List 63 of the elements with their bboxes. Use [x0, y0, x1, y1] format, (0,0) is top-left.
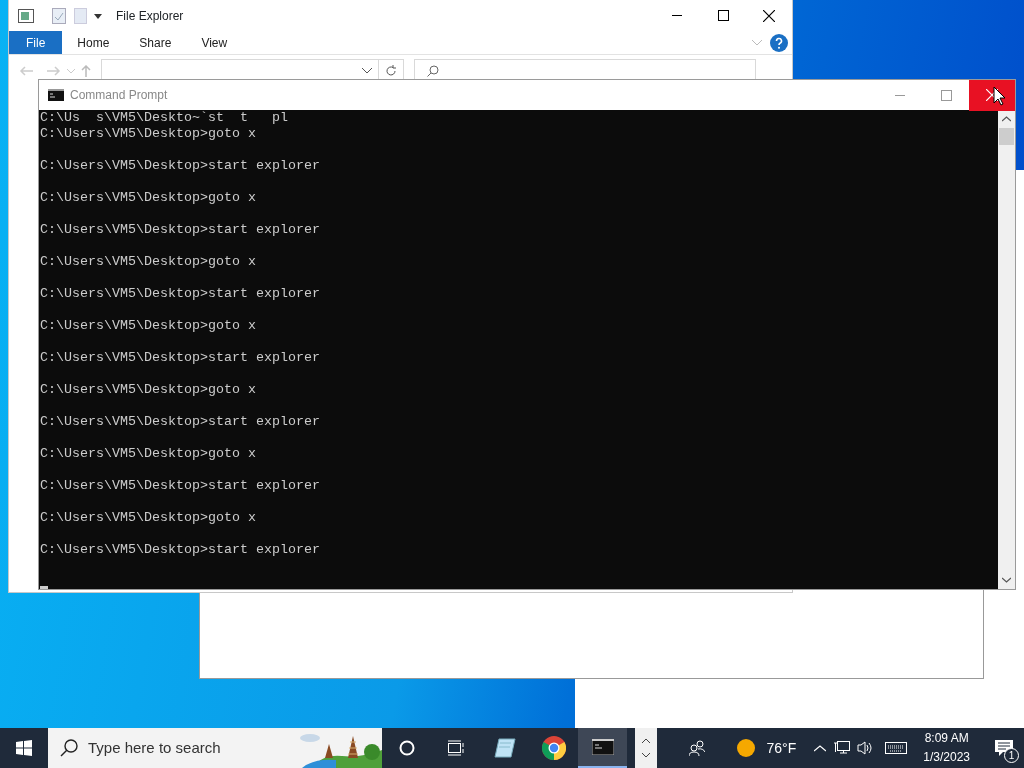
scroll-up-icon[interactable]	[642, 738, 650, 743]
mouse-cursor-icon	[993, 86, 1006, 106]
keyboard-icon[interactable]	[885, 742, 908, 754]
console-line: C:\Users\VM5\Desktop>goto x	[40, 510, 257, 526]
windows-logo-icon	[16, 740, 32, 756]
close-button[interactable]	[969, 79, 1015, 111]
ribbon-tab[interactable]: Home	[62, 31, 125, 54]
window-title: Command Prompt	[70, 87, 168, 104]
notepad-icon	[493, 738, 516, 758]
maximize-icon	[717, 10, 729, 21]
console-line: C:\Users\VM5\Desktop>start explorer	[40, 286, 321, 302]
console-line: C:\Users\VM5\Desktop>start explorer	[40, 158, 321, 174]
help-icon[interactable]	[770, 33, 788, 52]
volume-icon[interactable]	[857, 741, 874, 755]
maximize-icon	[940, 89, 952, 101]
cortana-icon	[398, 740, 415, 756]
minimize-icon	[672, 15, 682, 16]
refresh-icon	[385, 65, 397, 77]
caret-icon[interactable]	[94, 11, 102, 20]
placeholder: Type here to search	[88, 737, 221, 758]
console-line: C:\Users\VM5\Desktop>start explorer	[40, 414, 321, 430]
ribbon-tab[interactable]: File	[9, 31, 63, 54]
task-view-icon	[446, 740, 465, 756]
chrome-icon	[541, 736, 566, 760]
console-line: C:\Users\VM5\Desktop>start explorer	[40, 350, 321, 366]
text-cursor	[40, 586, 48, 589]
close-icon	[986, 89, 998, 101]
sun-icon[interactable]	[736, 739, 755, 757]
console-icon	[591, 739, 614, 755]
ribbon-tab[interactable]: Share	[124, 31, 187, 54]
scroll-down-icon[interactable]	[642, 753, 650, 758]
search-icon	[427, 65, 439, 77]
console-line: C:\Users\VM5\Desktop>goto x	[40, 190, 257, 206]
search-icon	[60, 739, 78, 757]
console-line: C:\Users\VM5\Desktop>goto x	[40, 126, 257, 142]
scrollbar[interactable]	[998, 110, 1015, 589]
console-line: C:\Users\VM5\Desktop>goto x	[40, 318, 257, 334]
people-icon[interactable]	[688, 740, 705, 756]
scroll-up-icon[interactable]	[1002, 116, 1011, 122]
console-line: C:\Users\VM5\Desktop>goto x	[40, 446, 257, 462]
minimize-icon	[895, 94, 905, 96]
notification-badge: 1	[1004, 748, 1019, 763]
network-icon[interactable]	[834, 741, 851, 755]
close-icon	[763, 9, 775, 22]
console-line: C:\Users\VM5\Desktop>start explorer	[40, 222, 321, 238]
console-taskbar-button[interactable]	[578, 728, 627, 768]
console-line: C:\Users\VM5\Desktop>start explorer	[40, 478, 321, 494]
properties-icon	[52, 7, 66, 24]
new-folder-icon	[74, 7, 87, 24]
console-line: C:\Us s\VM5\Deskto~`st t pl	[40, 110, 289, 126]
console-icon	[48, 89, 64, 101]
temperature[interactable]: 76°F	[766, 737, 797, 759]
console-line: C:\Users\VM5\Desktop>goto x	[40, 254, 257, 270]
folder-icon	[18, 8, 34, 23]
ribbon-tab[interactable]: View	[186, 31, 243, 54]
search-field[interactable]: Type here to search	[48, 728, 382, 768]
scroll-down-icon[interactable]	[1002, 577, 1011, 583]
scrollbar-thumb[interactable]	[999, 128, 1014, 145]
window-title: File Explorer	[116, 7, 184, 25]
clock[interactable]: 8:09 AM 1/3/2023	[915, 729, 978, 767]
caret-icon[interactable]	[362, 68, 372, 74]
console-line: C:\Users\VM5\Desktop>start explorer	[40, 542, 321, 558]
console-line: C:\Users\VM5\Desktop>goto x	[40, 382, 257, 398]
